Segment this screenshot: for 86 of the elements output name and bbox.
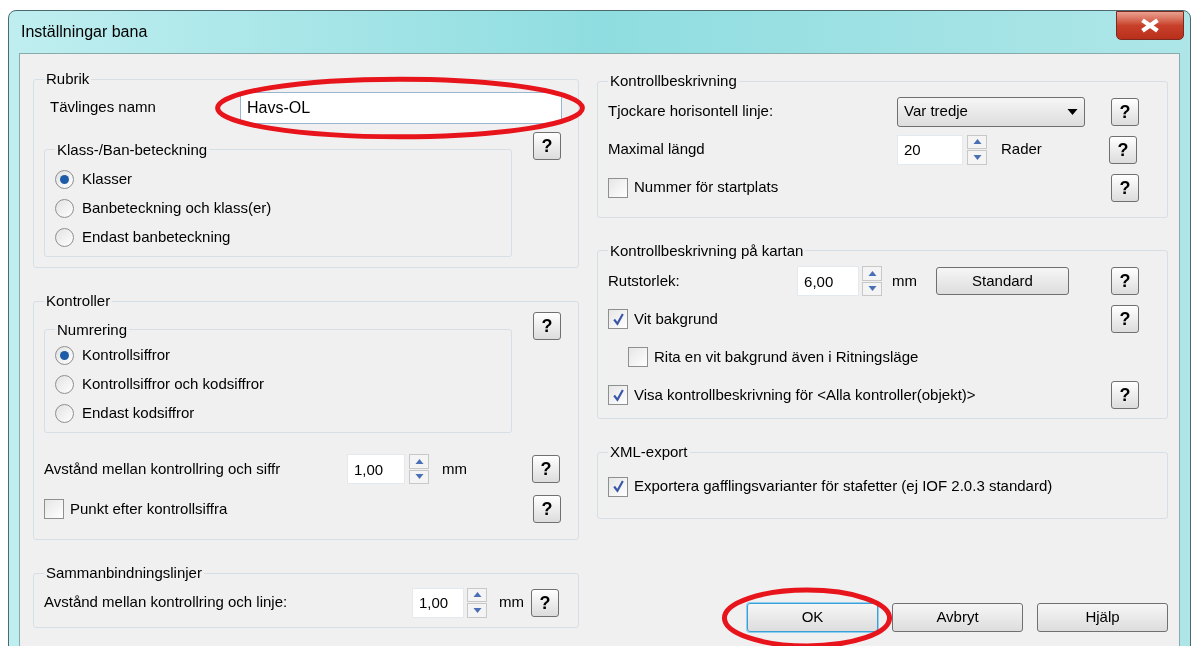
label: Tjockare horisontell linje: — [608, 101, 775, 122]
radio-button[interactable] — [55, 170, 74, 189]
dropdown[interactable]: Var tredje — [897, 96, 1085, 127]
group-label: Klass-/Ban-beteckning — [56, 139, 209, 160]
number-field[interactable]: 6,00 — [797, 266, 860, 296]
up-arrow-icon — [972, 139, 982, 145]
spin-down-button[interactable] — [862, 281, 883, 296]
radio-button[interactable] — [55, 375, 74, 394]
name-field[interactable]: Havs-OL — [240, 91, 562, 124]
down-arrow-icon — [972, 154, 982, 160]
number-field[interactable]: 1,00 — [412, 587, 464, 618]
label: Rader — [1001, 139, 1043, 160]
label: Avstånd mellan kontrollring och siffr — [44, 458, 282, 479]
group-label: Kontrollbeskrivning på kartan — [609, 240, 805, 261]
label: Exportera gafflingsvarianter för stafetter (ej IOF 2.0.3 standard) — [634, 476, 1053, 497]
label: Rutstorlek: — [608, 270, 681, 291]
group-label: Numrering — [56, 319, 129, 340]
group-label: XML-export — [609, 442, 689, 462]
help-button[interactable]: ? — [1111, 173, 1139, 202]
number-field[interactable]: 20 — [897, 134, 963, 165]
label: Nummer för startplats — [634, 177, 780, 198]
checkbox[interactable] — [608, 476, 628, 497]
spin-down-button[interactable] — [467, 603, 487, 618]
group-label: Kontrollbeskrivning — [609, 71, 738, 91]
checkbox[interactable] — [44, 499, 64, 519]
label: Vit bakgrund — [634, 308, 719, 329]
help-button[interactable]: ? — [532, 455, 560, 483]
checkbox[interactable] — [608, 385, 628, 405]
spin-up-button[interactable] — [862, 266, 883, 281]
label: Punkt efter kontrollsiffra — [70, 498, 229, 519]
close-button[interactable] — [1116, 11, 1184, 40]
label: Rita en vit bakgrund även i Ritningsläge — [654, 346, 919, 367]
label: Klasser — [82, 169, 133, 190]
spin-down-button[interactable] — [409, 469, 429, 484]
label: Endast banbeteckning — [82, 227, 231, 248]
help-button[interactable]: ? — [533, 311, 561, 340]
label: mm — [442, 458, 468, 479]
help-button[interactable]: ? — [1111, 97, 1139, 126]
spin-up-button[interactable] — [967, 134, 987, 149]
down-arrow-icon — [867, 286, 877, 292]
standard-button[interactable]: Standard — [935, 267, 1070, 295]
label: Visa kontrollbeskrivning för <Alla kontroller(objekt)> — [634, 384, 977, 405]
window-title: Inställningar bana — [21, 22, 148, 42]
radio-button[interactable] — [55, 404, 74, 423]
label: Kontrollsiffror och kodsiffror — [82, 374, 265, 395]
radio-button[interactable] — [55, 199, 74, 218]
close-icon — [1139, 18, 1161, 33]
help-button[interactable]: ? — [1111, 267, 1139, 295]
check-icon — [611, 312, 625, 326]
down-arrow-icon — [472, 607, 482, 613]
group-label: Kontroller — [45, 291, 112, 311]
label: Endast kodsiffror — [82, 403, 195, 424]
dialog-button[interactable]: OK — [747, 602, 878, 632]
checkbox[interactable] — [608, 177, 628, 198]
label: Banbeteckning och klass(er) — [82, 198, 272, 219]
label: Kontrollsiffror — [82, 345, 171, 366]
help-button[interactable]: ? — [1111, 381, 1139, 409]
check-icon — [611, 388, 625, 402]
help-button[interactable]: ? — [533, 495, 561, 523]
dialog-button[interactable]: Avbryt — [892, 602, 1023, 632]
checkbox[interactable] — [628, 347, 648, 367]
checkbox[interactable] — [608, 309, 628, 329]
check-icon — [611, 480, 625, 493]
help-button[interactable]: ? — [1111, 305, 1139, 333]
dialog-button[interactable]: Hjälp — [1037, 602, 1168, 632]
group-label: Sammanbindningslinjer — [45, 563, 203, 583]
spin-down-button[interactable] — [967, 150, 987, 165]
help-button[interactable]: ? — [531, 588, 559, 617]
up-arrow-icon — [867, 270, 877, 276]
down-arrow-icon — [414, 474, 424, 480]
label: Avstånd mellan kontrollring och linje: — [44, 592, 289, 613]
up-arrow-icon — [472, 592, 482, 598]
caret-icon — [1067, 108, 1078, 115]
help-button[interactable]: ? — [533, 131, 561, 160]
up-arrow-icon — [414, 458, 424, 464]
label: mm — [499, 592, 525, 613]
radio-button[interactable] — [55, 346, 74, 365]
label: Tävlinges namn — [49, 97, 157, 118]
spin-up-button[interactable] — [467, 587, 487, 602]
help-button[interactable]: ? — [1109, 135, 1137, 164]
spin-up-button[interactable] — [409, 454, 429, 469]
radio-button[interactable] — [55, 228, 74, 247]
number-field[interactable]: 1,00 — [347, 454, 405, 484]
label: mm — [892, 270, 919, 291]
label: Maximal längd — [608, 139, 706, 160]
group-label: Rubrik — [45, 69, 91, 89]
